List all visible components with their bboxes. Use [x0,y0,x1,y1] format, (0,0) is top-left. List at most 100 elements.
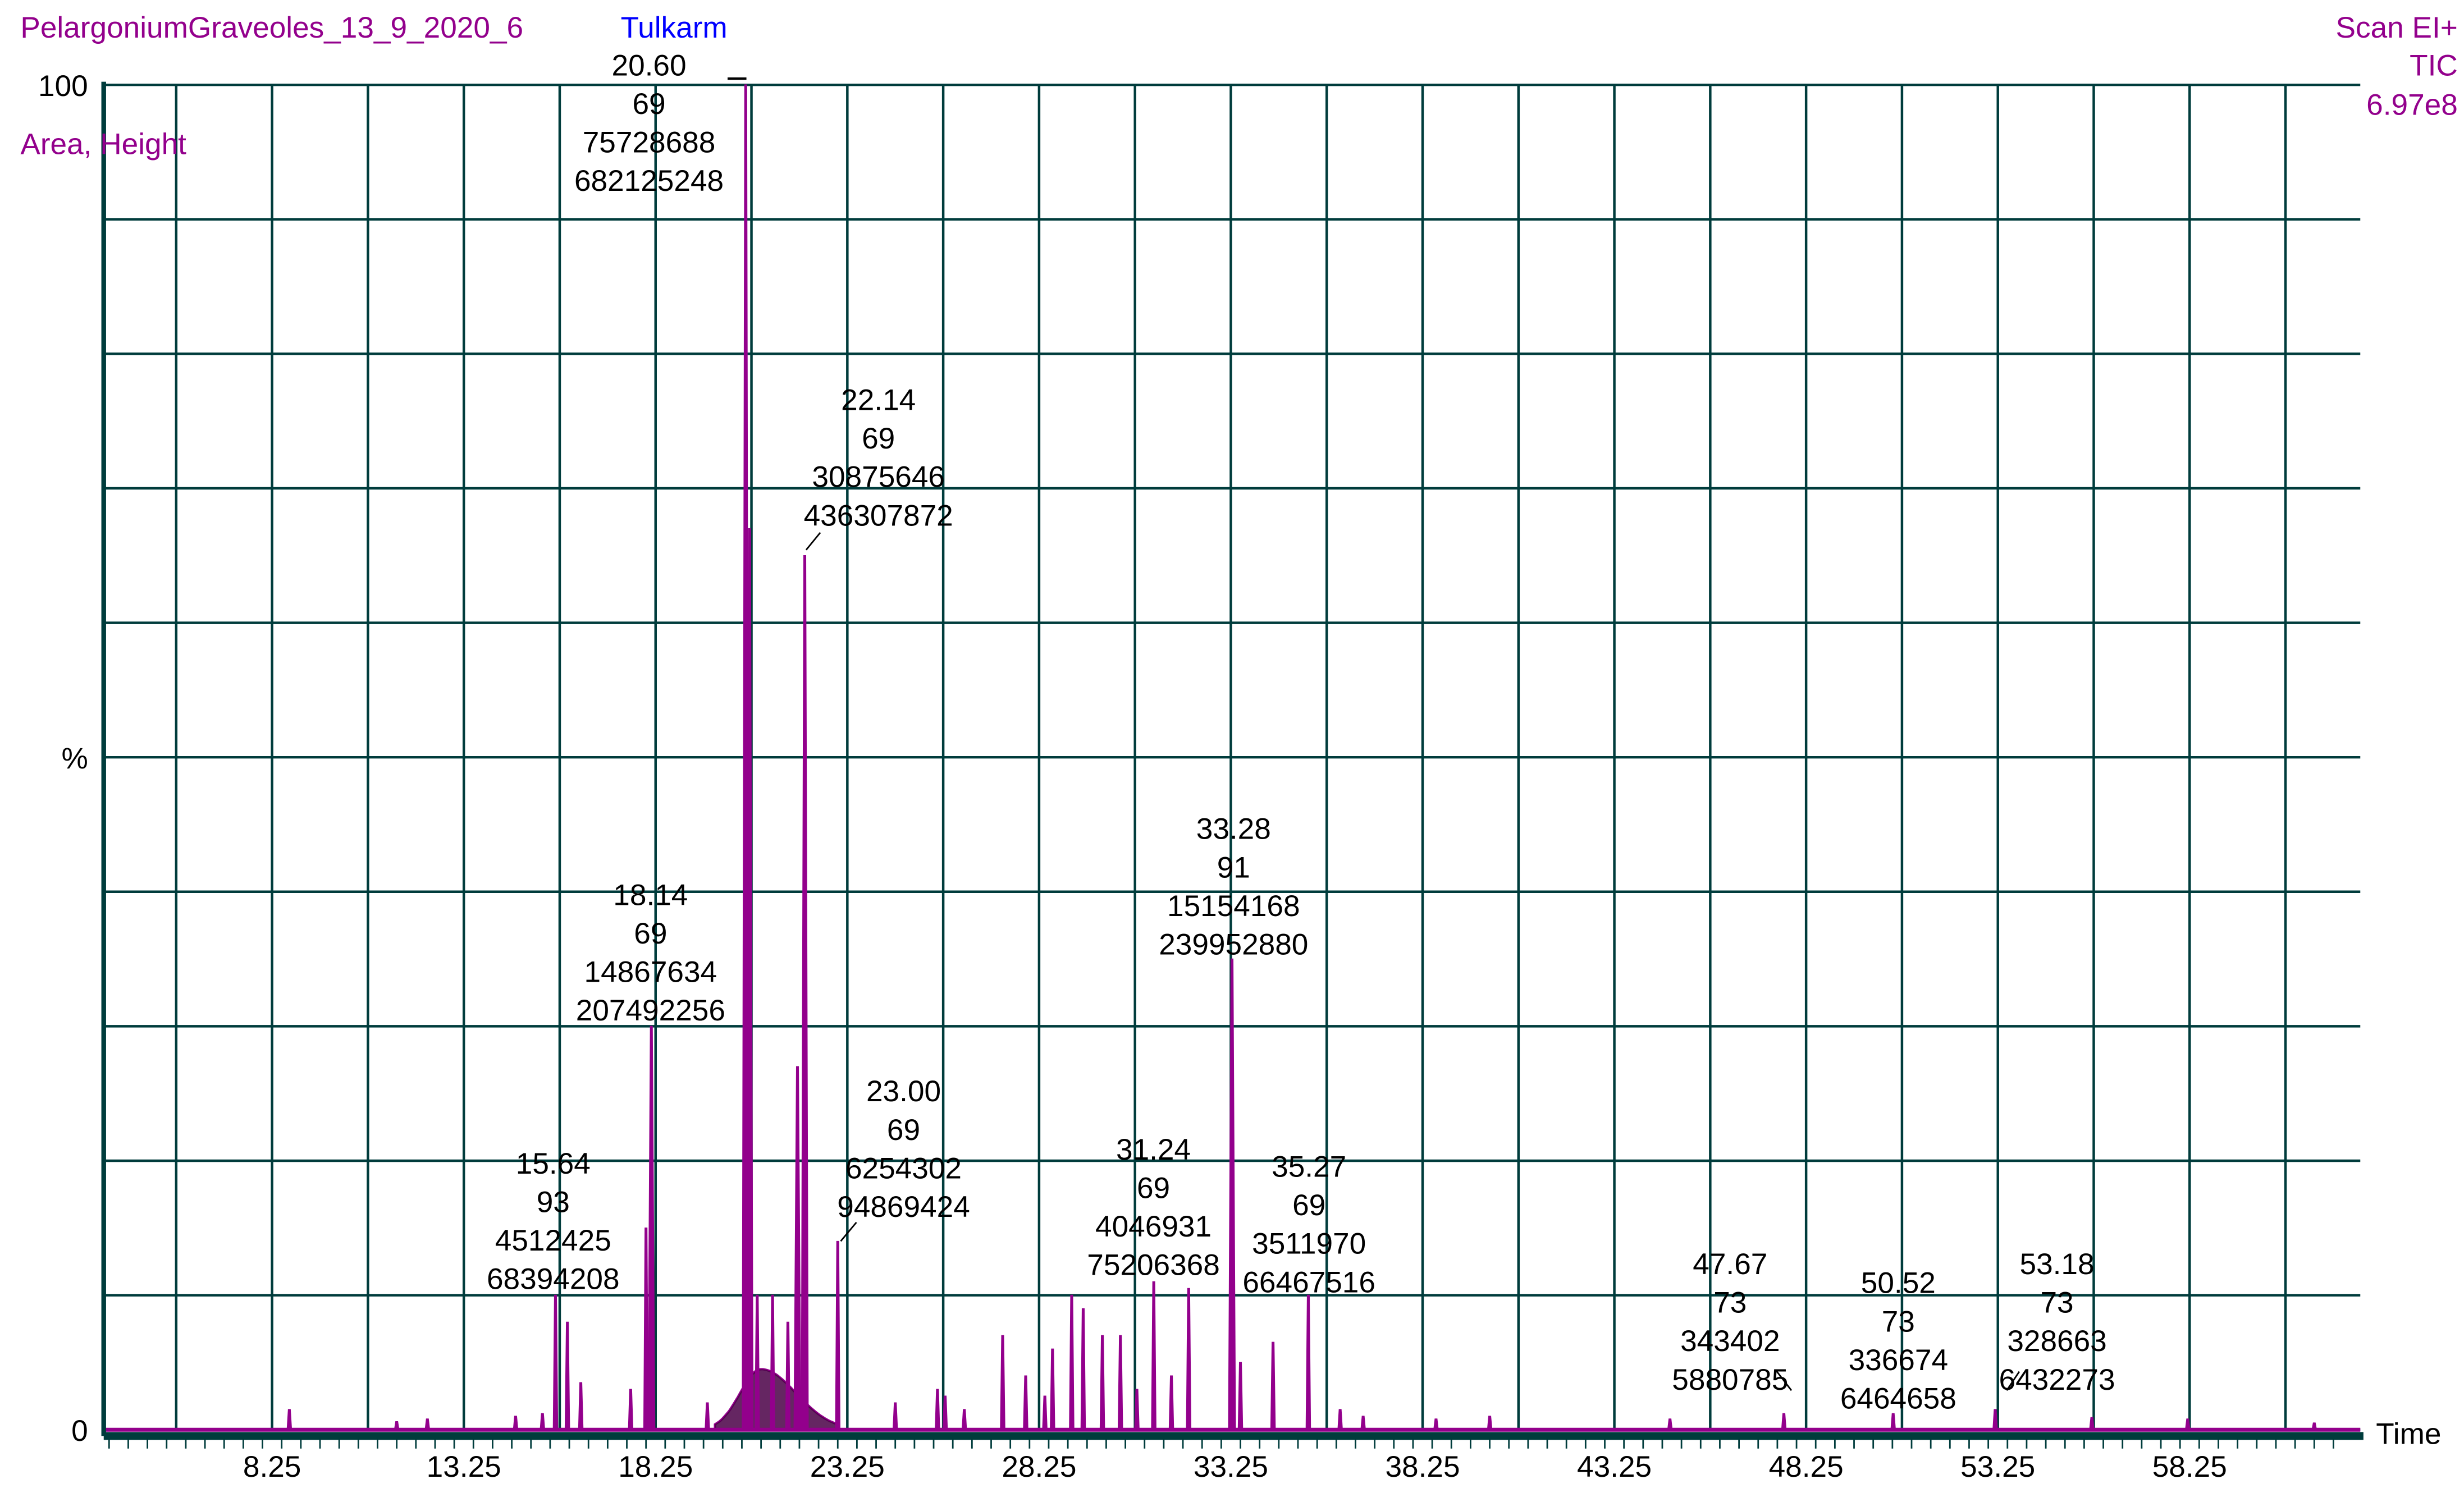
labeled-peak-31.24 [1151,1281,1156,1431]
peak-label: 31.24 69 4046931 75206368 [1087,1133,1220,1282]
labeled-peak-53.18 [1992,1409,1998,1431]
peak-label-area: 682125248 [574,164,724,198]
minor-peak [1487,1416,1493,1431]
label-format: Area, Height [20,127,186,161]
x-axis-label: Time [2376,1417,2441,1450]
peak-label-height: 14867634 [584,955,717,988]
minor-peak [1134,1389,1140,1431]
x-tick-label: 33.25 [1194,1450,1268,1483]
peak-label-mass: 69 [1137,1171,1170,1205]
max-intensity: 6.97e8 [2366,88,2458,121]
minor-peak [1237,1362,1244,1431]
minor-peak [1023,1375,1028,1431]
leader-line [805,532,821,551]
x-tick-label: 58.25 [2152,1450,2227,1483]
peak-label: 53.18 73 328663 6432273 [1999,1248,2115,1396]
peak-label-height: 3511970 [1252,1228,1366,1261]
peak-label-time: 15.64 [516,1147,591,1180]
peak-label: 18.14 69 14867634 207492256 [576,878,725,1027]
labeled-peak-23.00 [835,1240,841,1431]
peak-label-mass: 73 [1882,1305,1915,1338]
peak-label-mass: 91 [1217,851,1250,884]
hump-fill [715,1369,838,1430]
x-tick-label: 23.25 [810,1450,885,1483]
peak-label-height: 343402 [1680,1325,1780,1358]
minor-peak [793,1066,802,1431]
x-tick-label: 18.25 [618,1450,693,1483]
peak-label-time: 18.14 [613,878,688,912]
minor-peak [286,1409,292,1431]
minor-peak [643,1227,649,1431]
y-tick-100: 100 [38,70,88,103]
x-tick-label: 53.25 [1960,1450,2035,1483]
peak-label-mass: 93 [537,1186,570,1219]
peak-label-height: 4512425 [495,1224,611,1257]
peak-label-area: 6432273 [1999,1363,2115,1396]
minor-peak [628,1389,634,1431]
minor-peak [1186,1288,1192,1431]
chromatogram-chart: 8.25 13.25 18.25 23.25 28.25 33.25 38.25 43.25 4… [20,11,2458,1483]
y-axis-label: % [61,742,88,775]
peak-label-height: 4046931 [1095,1210,1212,1243]
labeled-peak-47.67 [1781,1413,1787,1431]
minor-peak [770,1294,775,1431]
peak-label-mass: 69 [862,422,895,455]
peak-label-mass: 73 [1713,1286,1747,1320]
sample-name: PelargoniumGraveoles_13_9_2020_6 [20,11,523,44]
location: Tulkarm [621,11,728,44]
peak-label-mass: 69 [887,1114,920,1147]
peak-label: 23.00 69 6254302 94869424 [837,1075,970,1242]
minor-peak [1042,1395,1048,1431]
peak-label-mass: 69 [632,88,665,121]
peak-label-area: 239952880 [1159,928,1308,961]
minor-peak [705,1402,710,1431]
peak-label-time: 35.27 [1272,1151,1346,1184]
labeled-peak-15.64 [552,1294,559,1431]
peak-label-mass: 73 [2040,1286,2073,1320]
peak-label-area: 436307872 [804,499,953,532]
peak-label: 15.64 93 4512425 68394208 [487,1147,620,1296]
minor-peak [935,1389,940,1431]
peak-label-mass: 69 [634,917,667,950]
minor-peak [755,1294,760,1431]
minor-peak [942,1395,948,1431]
peak-label-area: 66467516 [1242,1266,1375,1299]
labeled-peak-50.52 [1890,1413,1896,1431]
peak-label-area: 5880785 [1672,1363,1788,1396]
peak-label: 22.14 69 30875646 436307872 [804,384,953,551]
peak-label-area: 68394208 [487,1263,620,1296]
peak-label-time: 33.28 [1196,813,1271,846]
minor-peak [961,1409,967,1431]
labeled-peak-20.60 [742,84,750,1431]
peak-label-time: 50.52 [1861,1267,1936,1300]
peak-label-height: 336674 [1849,1344,1948,1377]
peak-label-area: 75206368 [1087,1249,1220,1282]
peak-label: 33.28 91 15154168 239952880 [1159,813,1308,961]
peak-label-height: 6254302 [845,1152,962,1185]
peak-label-time: 23.00 [866,1075,941,1108]
minor-peak [1000,1335,1005,1431]
minor-peak [1360,1416,1366,1431]
x-tick-label: 38.25 [1385,1450,1460,1483]
peak-label: 35.27 69 3511970 66467516 [1242,1151,1375,1299]
labeled-peak-33.28 [1228,958,1236,1431]
peak-labels: 20.60 69 75728688 682125248 22.14 69 30875646 4… [487,49,2115,1415]
minor-peak [564,1321,570,1431]
peak-label-time: 22.14 [841,384,916,417]
x-tick-label: 8.25 [243,1450,301,1483]
scan-mode: Scan EI+ [2336,11,2458,44]
peak-label-time: 31.24 [1116,1133,1191,1166]
labeled-peak-35.27 [1305,1294,1311,1431]
minor-peak [513,1416,519,1431]
peak-label-area: 6464658 [1840,1382,1956,1415]
minor-peak [785,1321,791,1431]
peak-label-time: 47.67 [1693,1248,1767,1281]
labeled-peak-22.14 [801,555,809,1431]
peak-label: 47.67 73 343402 5880785 [1672,1248,1793,1396]
minor-peak [1270,1341,1276,1431]
minor-peak [1080,1308,1086,1431]
x-tick-label: 28.25 [1002,1450,1076,1483]
x-tick-label: 13.25 [427,1450,501,1483]
minor-peak [892,1402,898,1431]
minor-peak [1168,1375,1174,1431]
